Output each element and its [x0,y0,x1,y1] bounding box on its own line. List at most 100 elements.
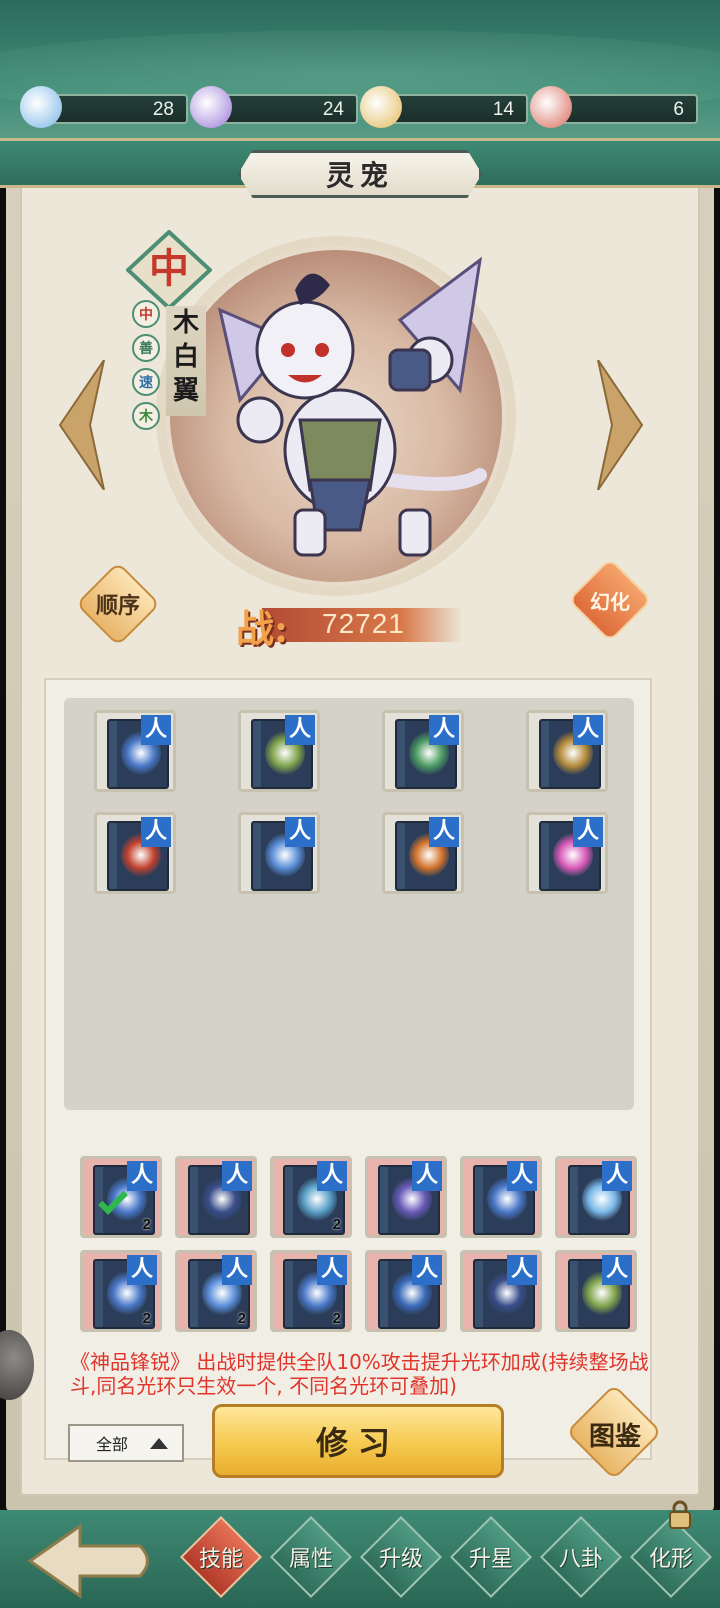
skill-type-badge: 人 [573,715,603,745]
skill-type-badge: 人 [317,1161,347,1191]
learn-button-label: 修习 [315,1424,400,1462]
combat-power: 战: 72721 [232,600,502,651]
skill-card[interactable]: 人 [94,710,176,792]
grade-text: 中 [149,245,189,292]
skill-type-badge: 人 [141,715,171,745]
skill-card[interactable]: 人2 [80,1156,162,1238]
skill-card[interactable]: 人2 [270,1156,352,1238]
skill-card[interactable]: 人2 [175,1250,257,1332]
skill-type-badge: 人 [141,817,171,847]
pet-figure-illustration [217,256,487,557]
skill-card[interactable]: 人 [460,1156,542,1238]
page-title-text: 灵宠 [325,159,394,192]
chevron-right-icon [597,360,644,490]
combat-power-value: 72721 [322,608,405,639]
purple-spirit-icon [190,86,232,128]
skill-card[interactable]: 人2 [270,1250,352,1332]
tab-label: 升级 [378,1547,423,1572]
skill-type-badge: 人 [127,1255,157,1285]
page-title: 灵宠 [238,150,482,198]
skill-type-badge: 人 [429,817,459,847]
order-button-label: 顺序 [95,593,140,619]
blue-spirit-icon [20,86,62,128]
tab-label: 八卦 [558,1547,603,1572]
skill-type-badge: 人 [412,1255,442,1285]
pet-trait-tag: 速 [132,368,160,396]
skill-card[interactable]: 人 [555,1250,637,1332]
skill-type-badge: 人 [222,1255,252,1285]
resource-value: 28 [152,99,174,120]
skill-card[interactable]: 人 [526,710,608,792]
skill-card[interactable]: 人 [175,1156,257,1238]
skill-card[interactable]: 人 [365,1156,447,1238]
skill-count: 2 [237,1310,246,1327]
codex-button-label: 图鉴 [588,1422,641,1452]
tab-0[interactable]: 技能 [176,1512,266,1602]
tab-1[interactable]: 属性 [266,1512,356,1602]
tab-label: 升星 [468,1547,513,1572]
transform-button[interactable]: 幻化 [567,557,653,643]
pet-name-char: 白 [172,342,199,372]
skill-card[interactable]: 人 [238,812,320,894]
resource-counter: 24 [190,86,358,128]
skill-type-badge: 人 [429,715,459,745]
skill-type-badge: 人 [602,1161,632,1191]
skill-card[interactable]: 人2 [80,1250,162,1332]
transform-button-label: 幻化 [590,589,630,614]
pet-name-char: 木 [172,308,199,338]
resource-counter: 6 [530,86,698,128]
skill-count: 2 [142,1216,151,1233]
caret-up-icon [150,1438,168,1449]
learn-button[interactable]: 修习 [212,1404,504,1478]
pet-trait-tag: 中 [132,300,160,328]
skill-card[interactable]: 人 [526,812,608,894]
skill-type-badge: 人 [412,1161,442,1191]
chevron-left-icon [58,360,105,490]
skill-card[interactable]: 人 [365,1250,447,1332]
skill-type-badge: 人 [573,817,603,847]
next-pet-button[interactable] [592,360,648,490]
skill-card[interactable]: 人 [94,812,176,894]
pet-name-char: 翼 [172,376,199,406]
skill-card[interactable]: 人 [238,710,320,792]
codex-button[interactable]: 图鉴 [565,1383,664,1482]
skill-filter-value: 全部 [96,1435,129,1454]
skill-card[interactable]: 人 [460,1250,542,1332]
skill-card[interactable]: 人 [555,1156,637,1238]
skill-type-badge: 人 [127,1161,157,1191]
pet-tags: 中善速木 [132,300,168,436]
tab-label: 化形 [648,1547,693,1572]
pet-trait-tag: 木 [132,402,160,430]
resource-counter: 14 [360,86,528,128]
skill-type-badge: 人 [507,1161,537,1191]
skill-count: 2 [332,1216,341,1233]
resource-value: 14 [492,99,514,120]
skill-type-badge: 人 [602,1255,632,1285]
back-button[interactable] [20,1516,160,1606]
skill-card[interactable]: 人 [382,710,464,792]
skill-type-badge: 人 [507,1255,537,1285]
skill-type-badge: 人 [285,817,315,847]
tab-2[interactable]: 升级 [356,1512,446,1602]
skill-filter-dropdown[interactable]: 全部 [68,1424,184,1462]
skill-count: 2 [332,1310,341,1327]
back-arrow-icon [27,1523,149,1599]
skill-card[interactable]: 人 [382,812,464,894]
resource-value: 6 [673,99,684,120]
order-button[interactable]: 顺序 [75,561,161,647]
grade-badge: 中 [125,229,213,311]
yellow-spirit-icon [360,86,402,128]
lock-icon [669,1500,691,1529]
skill-type-badge: 人 [285,715,315,745]
resource-value: 24 [322,99,344,120]
combat-power-label: 战: [236,606,289,651]
tab-4[interactable]: 八卦 [536,1512,626,1602]
pet-name: 木 白 翼 [166,306,206,416]
skill-count: 2 [142,1310,151,1327]
tab-3[interactable]: 升星 [446,1512,536,1602]
skill-type-badge: 人 [222,1161,252,1191]
skill-type-badge: 人 [317,1255,347,1285]
prev-pet-button[interactable] [54,360,110,490]
tab-label: 属性 [288,1547,333,1572]
tab-label: 技能 [198,1547,243,1572]
